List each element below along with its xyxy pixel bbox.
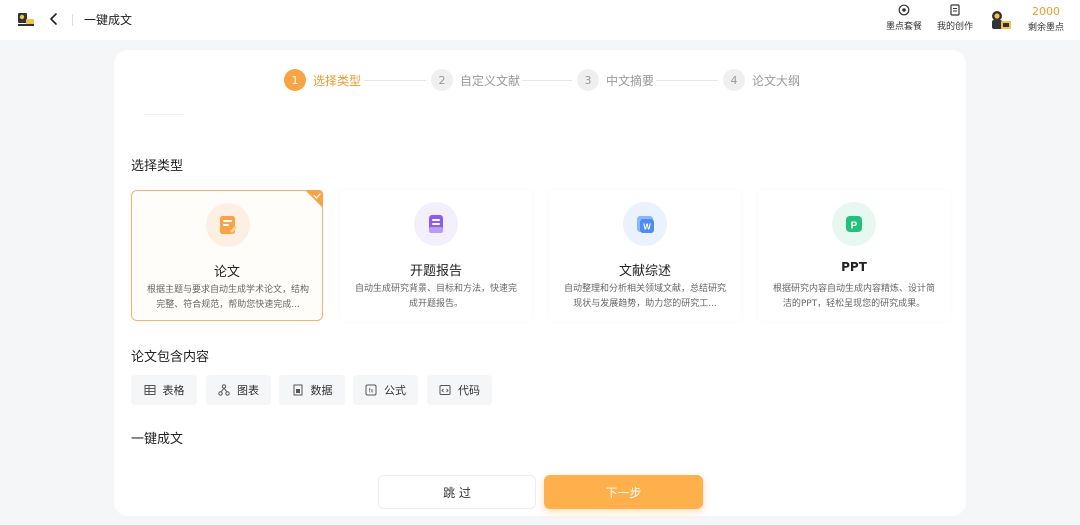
paper-icon: [206, 203, 250, 247]
type-card-paper[interactable]: 论文 根据主题与要求自动生成学术论文，结构完整、符合规范，帮助您快速完成...: [131, 190, 323, 321]
chip-code[interactable]: 代码: [427, 375, 492, 405]
step-connector: [522, 80, 572, 81]
step-2: 2 自定义文献: [431, 69, 520, 91]
step-label: 自定义文献: [460, 73, 521, 88]
content-heading: 论文包含内容: [131, 350, 210, 365]
package-label: 墨点套餐: [886, 22, 923, 32]
chip-label: 代码: [458, 384, 480, 397]
step-number: 1: [284, 69, 306, 91]
top-bar: 一键成文 墨点套餐 我的创作 2000 剩余墨点: [0, 0, 1080, 40]
data-icon: [293, 384, 302, 396]
type-description: 根据主题与要求自动生成学术论文，结构完整、符合规范，帮助您快速完成...: [146, 285, 309, 310]
step-label: 中文摘要: [606, 73, 655, 88]
type-card-proposal[interactable]: 开题报告 自动生成研究背景、目标和方法，快速完成开题报告。: [340, 190, 532, 321]
table-icon: [144, 385, 155, 395]
step-connector: [656, 80, 718, 81]
step-connector: [364, 80, 426, 81]
svg-text:fx: fx: [369, 389, 374, 395]
next-step-button[interactable]: 下一步: [544, 475, 703, 509]
divider: [144, 114, 184, 115]
logo-icon: [18, 13, 34, 26]
chip-label: 表格: [162, 384, 185, 397]
type-name: PPT: [841, 260, 867, 274]
package-icon: [898, 4, 910, 16]
points-label: 剩余墨点: [1028, 23, 1065, 33]
my-creations-button[interactable]: 我的创作: [937, 4, 973, 32]
back-arrow-icon[interactable]: [46, 10, 62, 28]
type-name: 开题报告: [409, 264, 462, 279]
step-label: 论文大纲: [752, 73, 801, 88]
document-icon: [950, 4, 960, 16]
svg-text:P: P: [851, 221, 858, 232]
report-icon: [414, 202, 458, 246]
step-number: 4: [723, 69, 745, 91]
header-divider: [72, 14, 73, 26]
type-card-literature-review[interactable]: W 文献综述 自动整理和分析相关领域文献，总结研究现状与发展趋势，助力您的研究工…: [549, 190, 741, 321]
formula-icon: fx: [365, 384, 377, 396]
step-number: 3: [577, 69, 599, 91]
skip-button[interactable]: 跳 过: [378, 475, 536, 509]
chip-label: 图表: [237, 384, 259, 397]
chip-label: 公式: [384, 384, 406, 397]
chip-chart[interactable]: 图表: [206, 375, 271, 405]
svg-text:W: W: [643, 223, 651, 232]
select-type-heading: 选择类型: [131, 159, 184, 174]
type-description: 根据研究内容自动生成内容精炼、设计简洁的PPT，轻松呈现您的研究成果。: [772, 284, 935, 309]
checkmark-icon: [305, 190, 323, 208]
word-icon: W: [623, 202, 667, 246]
step-label: 选择类型: [313, 73, 362, 88]
type-card-ppt[interactable]: P PPT 根据研究内容自动生成内容精炼、设计简洁的PPT，轻松呈现您的研究成果…: [758, 190, 950, 321]
avatar[interactable]: [988, 7, 1014, 33]
type-description: 自动整理和分析相关领域文献，总结研究现状与发展趋势，助力您的研究工...: [563, 284, 726, 309]
step-3: 3 中文摘要: [577, 69, 654, 91]
type-description: 自动生成研究背景、目标和方法，快速完成开题报告。: [354, 284, 517, 309]
chip-table[interactable]: 表格: [131, 375, 197, 405]
step-number: 2: [431, 69, 453, 91]
chip-data[interactable]: 数据: [279, 375, 345, 405]
chip-formula[interactable]: fx 公式: [353, 375, 418, 405]
one-click-heading: 一键成文: [131, 432, 184, 447]
ppt-icon: P: [832, 202, 876, 246]
code-icon: [439, 385, 451, 395]
points-balance: 2000 剩余墨点: [1028, 5, 1064, 33]
step-1: 1 选择类型: [284, 69, 361, 91]
chart-icon: [218, 384, 230, 396]
type-name: 论文: [213, 265, 240, 280]
page-title: 一键成文: [84, 13, 133, 27]
chip-label: 数据: [310, 384, 333, 397]
points-value: 2000: [1032, 5, 1060, 18]
my-creations-label: 我的创作: [937, 22, 974, 32]
step-4: 4 论文大纲: [723, 69, 800, 91]
type-name: 文献综述: [618, 264, 671, 279]
package-button[interactable]: 墨点套餐: [886, 4, 922, 32]
